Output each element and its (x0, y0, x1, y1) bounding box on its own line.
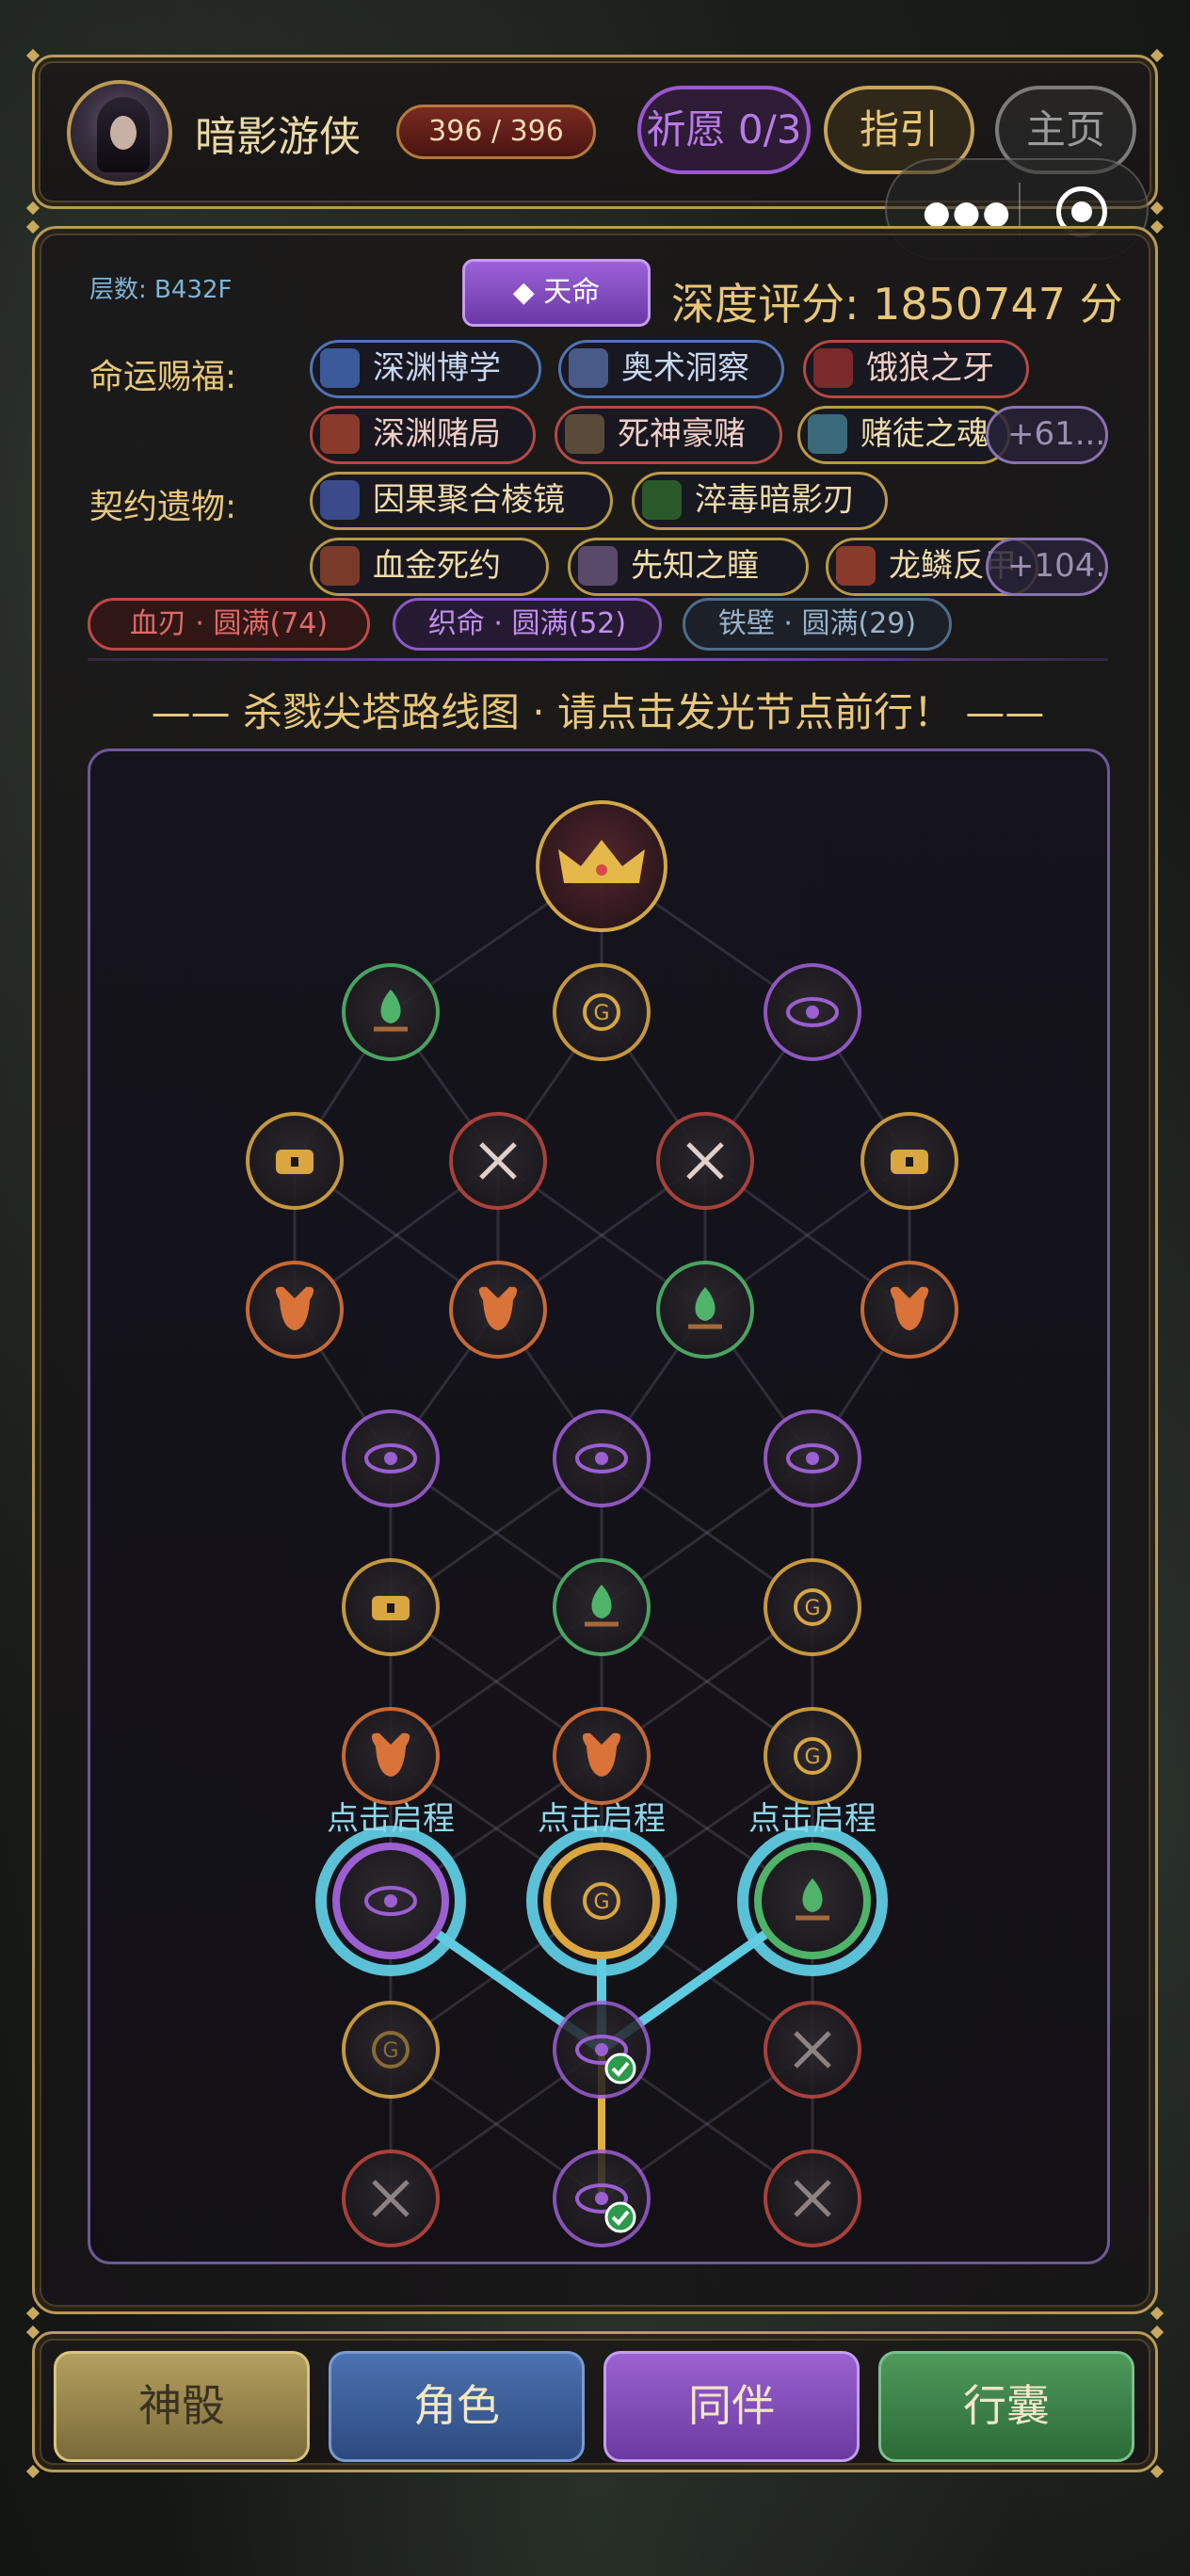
elite-node (449, 1112, 547, 1210)
shop-node: G (764, 1707, 861, 1805)
set-bonus-purple[interactable]: 织命 · 圆满(52) (393, 598, 662, 651)
relic-icon (836, 546, 876, 586)
event-node (342, 1409, 440, 1507)
blessing-chip[interactable]: 赌徒之魂 (797, 406, 1010, 464)
treasure-node (860, 1112, 958, 1210)
shop-node: G (342, 2001, 440, 2099)
event-node (764, 963, 861, 1061)
wish-button[interactable]: 祈愿 0/3 (637, 86, 811, 174)
treasure-node (246, 1112, 344, 1210)
player-avatar[interactable] (67, 80, 172, 185)
bag-button[interactable]: 行囊 (878, 2351, 1134, 2462)
svg-text:G: G (382, 2039, 398, 2063)
rest-node (553, 1558, 651, 1656)
bottom-nav: 神骰 角色 同伴 行囊 (25, 2325, 1165, 2479)
blessing-chip[interactable]: 奥术洞察 (558, 340, 784, 398)
elite-node (764, 2001, 861, 2099)
start-label: 点击启程 (538, 1800, 666, 1838)
treasure-node (342, 1558, 440, 1656)
monster-node (449, 1261, 547, 1359)
blessing-icon (569, 348, 608, 388)
start-label: 点击启程 (748, 1800, 876, 1838)
event-node (553, 1409, 651, 1507)
relic-chip[interactable]: 血金死约 (310, 538, 549, 596)
boss-node (536, 800, 667, 932)
visited-check-icon (604, 2201, 636, 2233)
shop-node: G (764, 1558, 861, 1656)
divider (88, 658, 1108, 661)
shop-node-start[interactable]: G (526, 1826, 677, 1976)
spire-map-canvas: G G G 点击启程 G 点击启程 点击启程 G (246, 800, 958, 2247)
fate-button[interactable]: ◆ 天命 (462, 259, 651, 327)
relics-more-chip[interactable]: +104... (986, 538, 1108, 596)
svg-text:G: G (804, 1597, 820, 1620)
set-bonus-red[interactable]: 血刃 · 圆满(74) (88, 598, 370, 651)
svg-text:G: G (593, 1002, 609, 1025)
rest-node (342, 963, 440, 1061)
corner-ornament (1150, 48, 1165, 63)
hp-badge: 396 / 396 (396, 105, 596, 159)
corner-ornament (1150, 201, 1165, 216)
relic-icon (578, 546, 618, 586)
event-node (764, 1409, 861, 1507)
blessing-chip[interactable]: 深渊博学 (310, 340, 541, 398)
player-name: 暗影游侠 (195, 113, 361, 161)
monster-node (553, 1707, 651, 1805)
relic-icon (642, 480, 682, 520)
relic-chip[interactable]: 淬毒暗影刃 (632, 472, 888, 530)
relic-icon (320, 480, 360, 520)
visited-check-icon (604, 2053, 636, 2085)
blessing-icon (813, 348, 853, 388)
blessing-chip[interactable]: 深渊赌局 (310, 406, 536, 464)
elite-node (342, 2149, 440, 2247)
start-label: 点击启程 (327, 1800, 455, 1838)
blessings-more-chip[interactable]: +61... (986, 406, 1108, 464)
monster-node (246, 1261, 344, 1359)
blessing-icon (320, 348, 360, 388)
blessing-icon (565, 414, 604, 454)
event-node (553, 2001, 651, 2099)
blessings-label: 命运赐福: (89, 358, 237, 396)
floor-label: 层数: B432F (89, 276, 233, 304)
spire-map: G G G 点击启程 G 点击启程 点击启程 G (88, 749, 1110, 2264)
relics-label: 契约遗物: (89, 488, 237, 526)
blessing-icon (808, 414, 847, 454)
monster-node (342, 1707, 440, 1805)
character-button[interactable]: 角色 (329, 2351, 585, 2462)
corner-ornament (25, 201, 40, 216)
event-node (553, 2149, 651, 2247)
blessing-chip[interactable]: 死神豪赌 (555, 406, 782, 464)
corner-ornament (25, 48, 40, 63)
svg-text:G: G (804, 1746, 820, 1769)
set-bonus-grey[interactable]: 铁壁 · 圆满(29) (683, 598, 952, 651)
relic-icon (320, 546, 360, 586)
depth-score: 深度评分: 1850747 分 (671, 279, 1123, 330)
elite-node (656, 1112, 754, 1210)
monster-node (860, 1261, 958, 1359)
relic-chip[interactable]: 因果聚合棱镜 (310, 472, 613, 530)
relic-chip[interactable]: 先知之瞳 (568, 538, 809, 596)
rest-node-start[interactable] (737, 1826, 888, 1976)
blessing-chip[interactable]: 饿狼之牙 (803, 340, 1029, 398)
map-title: —— 杀戮尖塔路线图 · 请点击发光节点前行！ —— (151, 689, 1045, 735)
elite-node (764, 2149, 861, 2247)
svg-text:G: G (593, 1891, 609, 1914)
main-panel: 层数: B432F ◆ 天命 深度评分: 1850747 分 命运赐福: 深渊博… (25, 219, 1165, 2321)
shop-node: G (553, 963, 651, 1061)
blessing-icon (320, 414, 360, 454)
rest-node (656, 1261, 754, 1359)
companion-button[interactable]: 同伴 (603, 2351, 860, 2462)
event-node-start[interactable] (315, 1826, 466, 1976)
dice-button[interactable]: 神骰 (54, 2351, 310, 2462)
